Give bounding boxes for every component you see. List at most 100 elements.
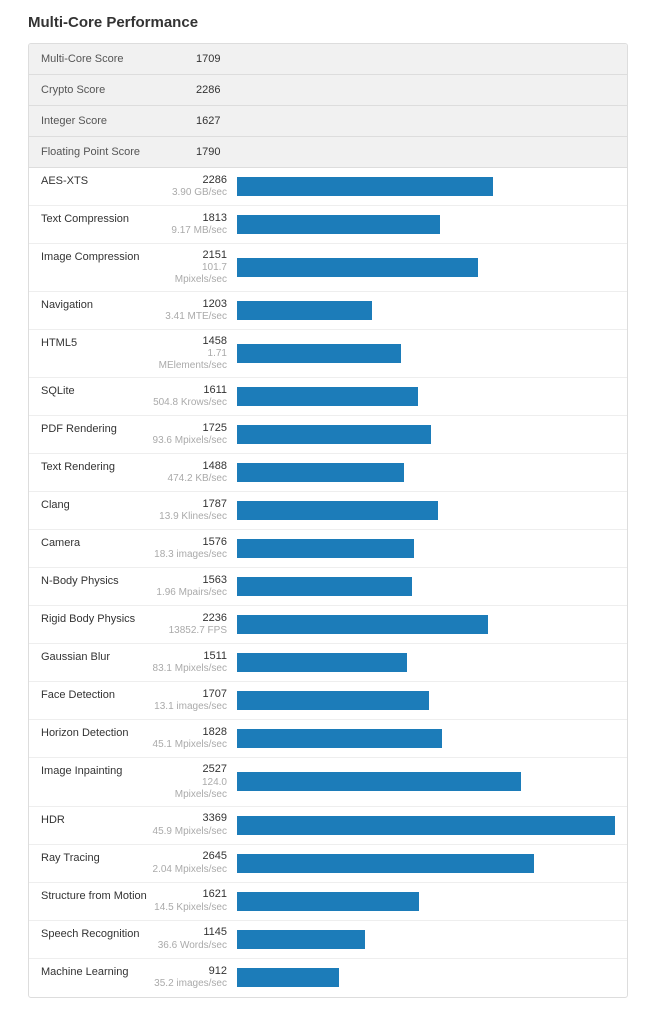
benchmark-values: 336945.9 Mpixels/sec	[149, 812, 237, 837]
benchmark-name: Gaussian Blur	[41, 649, 149, 663]
benchmark-bar	[237, 691, 429, 710]
benchmark-row: Camera157618.3 images/sec	[29, 530, 627, 568]
benchmark-bar-container	[237, 215, 615, 234]
benchmark-row: HDR336945.9 Mpixels/sec	[29, 807, 627, 845]
benchmark-name: Horizon Detection	[41, 725, 149, 739]
benchmark-bar-container	[237, 854, 615, 873]
benchmark-row: Navigation12033.41 MTE/sec	[29, 292, 627, 330]
benchmark-values: 172593.6 Mpixels/sec	[149, 422, 237, 447]
benchmark-row: Image Inpainting2527124.0 Mpixels/sec	[29, 758, 627, 806]
benchmark-row: Speech Recognition114536.6 Words/sec	[29, 921, 627, 959]
benchmark-bar-container	[237, 387, 615, 406]
benchmark-name: PDF Rendering	[41, 421, 149, 435]
benchmark-score: 1621	[149, 888, 227, 901]
benchmark-score: 2236	[149, 612, 227, 625]
benchmark-unit: 18.3 images/sec	[149, 549, 227, 561]
benchmark-unit: 35.2 images/sec	[149, 978, 227, 990]
benchmark-bar-container	[237, 539, 615, 558]
benchmark-score: 1725	[149, 422, 227, 435]
benchmark-values: 12033.41 MTE/sec	[149, 298, 237, 323]
benchmark-name: N-Body Physics	[41, 573, 149, 587]
benchmark-bar	[237, 653, 407, 672]
benchmark-bar-container	[237, 577, 615, 596]
summary-label: Integer Score	[41, 115, 196, 127]
benchmark-score: 912	[149, 965, 227, 978]
benchmark-unit: 13.9 Klines/sec	[149, 511, 227, 523]
benchmark-name: Ray Tracing	[41, 850, 149, 864]
summary-value: 1627	[196, 115, 236, 127]
benchmark-bar	[237, 215, 440, 234]
benchmark-values: 22863.90 GB/sec	[149, 174, 237, 199]
benchmark-bar-container	[237, 301, 615, 320]
summary-row: Floating Point Score1790	[29, 137, 627, 168]
benchmark-values: 182845.1 Mpixels/sec	[149, 726, 237, 751]
benchmark-bar-container	[237, 615, 615, 634]
benchmark-bar	[237, 892, 419, 911]
benchmark-unit: 93.6 Mpixels/sec	[149, 435, 227, 447]
benchmark-name: HDR	[41, 812, 149, 826]
benchmark-bar-container	[237, 653, 615, 672]
benchmark-unit: 14.5 Kpixels/sec	[149, 902, 227, 914]
benchmark-name: Clang	[41, 497, 149, 511]
benchmark-bar-container	[237, 425, 615, 444]
benchmark-row: HTML514581.71 MElements/sec	[29, 330, 627, 378]
benchmark-name: Speech Recognition	[41, 926, 149, 940]
benchmark-score: 2645	[149, 850, 227, 863]
benchmark-bar-container	[237, 501, 615, 520]
benchmark-row: Structure from Motion162114.5 Kpixels/se…	[29, 883, 627, 921]
benchmark-bar-container	[237, 691, 615, 710]
benchmark-unit: 13.1 images/sec	[149, 701, 227, 713]
benchmark-row: Face Detection170713.1 images/sec	[29, 682, 627, 720]
benchmark-row: Text Rendering1488474.2 KB/sec	[29, 454, 627, 492]
benchmark-values: 178713.9 Klines/sec	[149, 498, 237, 523]
benchmark-bar	[237, 258, 478, 277]
benchmark-bar-container	[237, 772, 615, 791]
benchmark-bar	[237, 177, 493, 196]
benchmark-name: HTML5	[41, 335, 149, 349]
benchmark-values: 91235.2 images/sec	[149, 965, 237, 990]
benchmark-score: 1563	[149, 574, 227, 587]
benchmark-values: 2527124.0 Mpixels/sec	[149, 763, 237, 800]
benchmark-row: AES-XTS22863.90 GB/sec	[29, 168, 627, 206]
summary-value: 1790	[196, 146, 236, 158]
benchmark-row: Image Compression2151101.7 Mpixels/sec	[29, 244, 627, 292]
benchmark-values: 162114.5 Kpixels/sec	[149, 888, 237, 913]
benchmark-values: 170713.1 images/sec	[149, 688, 237, 713]
benchmark-name: Image Inpainting	[41, 763, 149, 777]
benchmark-unit: 1.71 MElements/sec	[149, 348, 227, 372]
summary-label: Crypto Score	[41, 84, 196, 96]
benchmark-name: Text Rendering	[41, 459, 149, 473]
benchmark-bar-container	[237, 892, 615, 911]
benchmark-bar	[237, 772, 521, 791]
benchmark-score: 1458	[149, 335, 227, 348]
benchmark-score: 1203	[149, 298, 227, 311]
benchmark-name: Structure from Motion	[41, 888, 149, 902]
benchmark-score: 1145	[149, 926, 227, 939]
benchmark-bar	[237, 615, 488, 634]
benchmark-row: Horizon Detection182845.1 Mpixels/sec	[29, 720, 627, 758]
summary-value: 1709	[196, 53, 236, 65]
benchmark-bar-container	[237, 177, 615, 196]
benchmark-row: Machine Learning91235.2 images/sec	[29, 959, 627, 997]
benchmark-values: 151183.1 Mpixels/sec	[149, 650, 237, 675]
benchmark-unit: 9.17 MB/sec	[149, 225, 227, 237]
benchmark-values: 1488474.2 KB/sec	[149, 460, 237, 485]
benchmark-values: 14581.71 MElements/sec	[149, 335, 237, 372]
section-title: Multi-Core Performance	[28, 0, 628, 43]
benchmark-unit: 3.90 GB/sec	[149, 187, 227, 199]
benchmark-values: 1611504.8 Krows/sec	[149, 384, 237, 409]
benchmark-name: SQLite	[41, 383, 149, 397]
benchmark-bar	[237, 854, 534, 873]
benchmark-bar-container	[237, 463, 615, 482]
summary-value: 2286	[196, 84, 236, 96]
benchmark-score: 1707	[149, 688, 227, 701]
benchmark-bar	[237, 816, 615, 835]
benchmark-name: Machine Learning	[41, 964, 149, 978]
benchmark-bar	[237, 501, 438, 520]
benchmark-bar	[237, 729, 442, 748]
benchmark-values: 2151101.7 Mpixels/sec	[149, 249, 237, 286]
benchmark-bar-container	[237, 816, 615, 835]
benchmark-values: 26452.04 Mpixels/sec	[149, 850, 237, 875]
benchmark-score: 1813	[149, 212, 227, 225]
benchmark-score: 2527	[149, 763, 227, 776]
